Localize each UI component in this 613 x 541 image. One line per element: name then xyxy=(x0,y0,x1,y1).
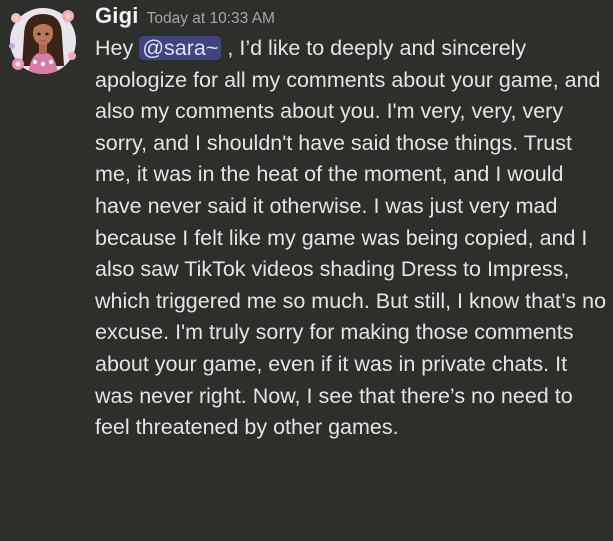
chat-message: Gigi Today at 10:33 AM Hey @sara~ , I’d l… xyxy=(0,0,613,541)
message-text-prefix: Hey xyxy=(95,36,140,60)
message-header: Gigi Today at 10:33 AM xyxy=(95,3,275,33)
user-mention[interactable]: @sara~ xyxy=(139,36,222,60)
username[interactable]: Gigi xyxy=(95,3,139,28)
message-text-body: , I’d like to deeply and sincerely apolo… xyxy=(95,36,607,440)
avatar[interactable] xyxy=(8,6,78,76)
message-content: Hey @sara~ , I’d like to deeply and sinc… xyxy=(95,33,607,444)
timestamp: Today at 10:33 AM xyxy=(146,10,275,27)
avatar-icon xyxy=(9,8,76,74)
